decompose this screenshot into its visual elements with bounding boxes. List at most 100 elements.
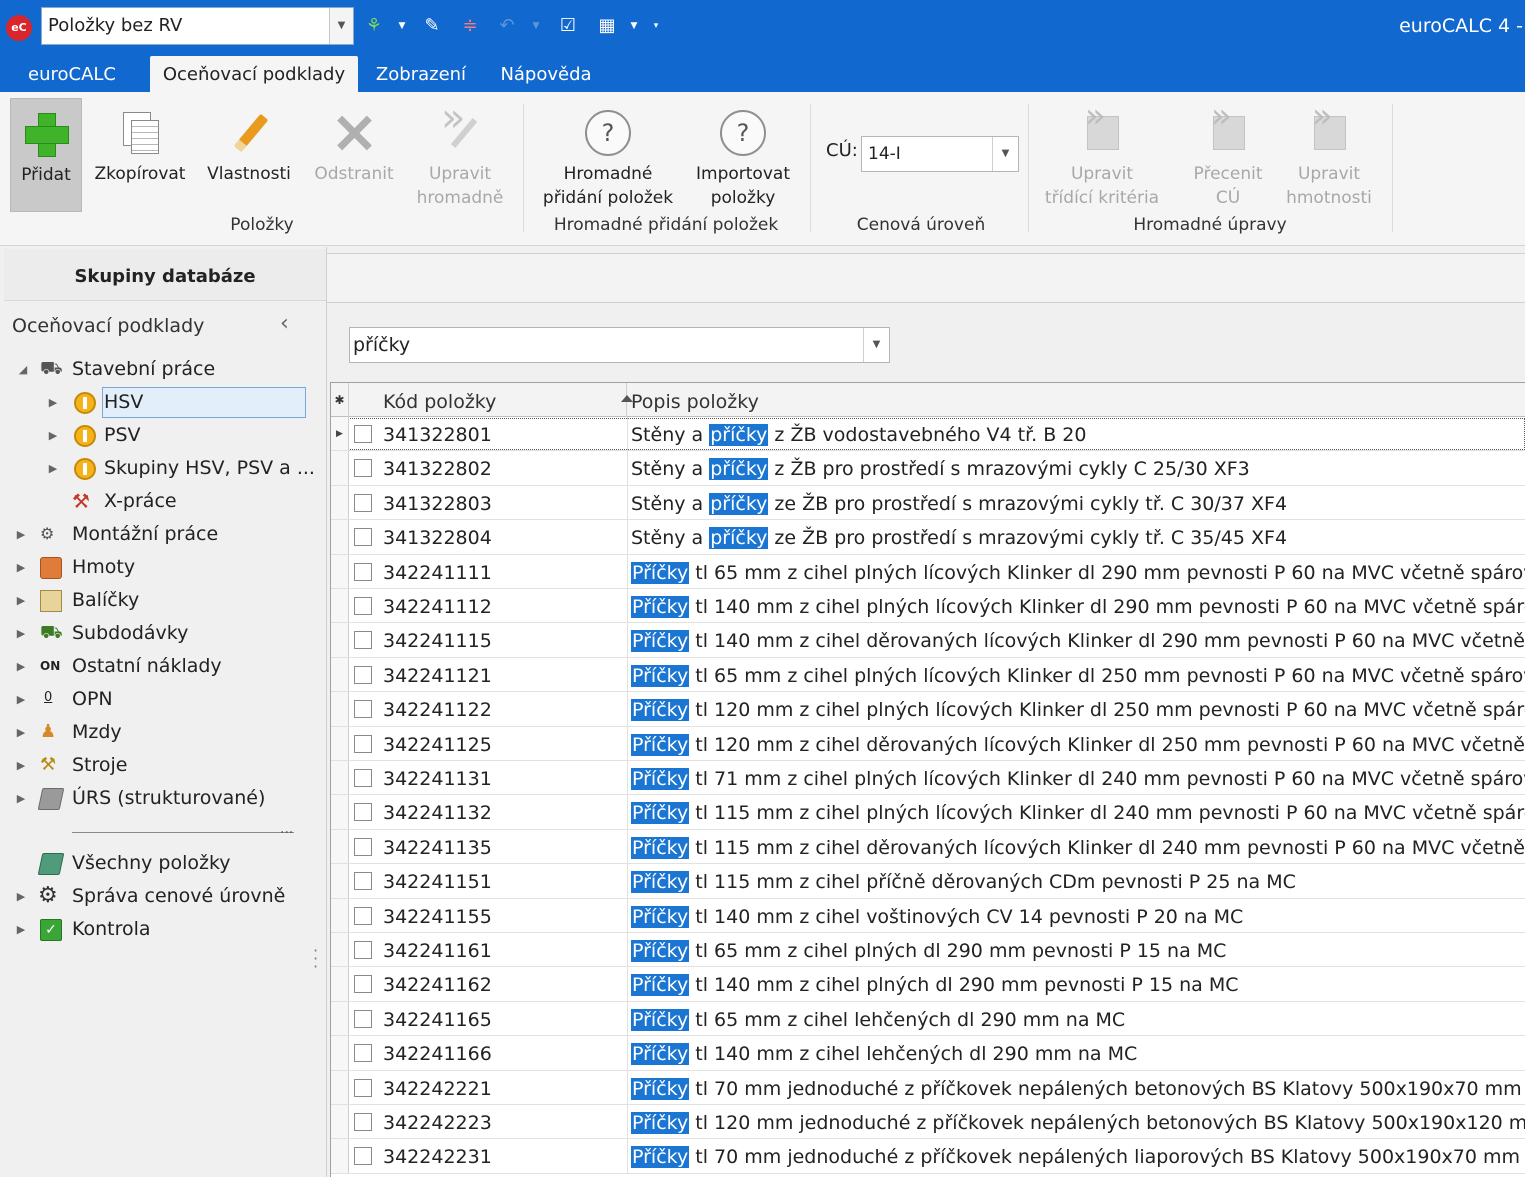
tab-eurocalc[interactable]: euroCALC — [0, 56, 144, 92]
row-checkbox[interactable] — [354, 941, 372, 959]
row-checkbox[interactable] — [354, 493, 372, 512]
row-indicator[interactable] — [331, 1036, 349, 1070]
row-indicator[interactable] — [331, 1105, 349, 1139]
row-checkbox[interactable] — [354, 1009, 372, 1028]
customize-toolbar-icon[interactable]: ▾ — [650, 12, 662, 40]
table-row[interactable]: 342241135 Příčky tl 115 mm z cihel děrova… — [331, 829, 1525, 865]
bulk-add-button[interactable]: Hromadnépřidání položek — [540, 98, 676, 212]
chevron-down-icon[interactable]: ▼ — [992, 137, 1018, 171]
row-indicator[interactable] — [331, 692, 349, 726]
table-row[interactable]: ▶ 341322801 Stěny a příčky z ŽB vodostaveb… — [331, 417, 1525, 452]
import-button[interactable]: Importovatpoložky — [688, 98, 798, 212]
chevron-down-icon[interactable]: ▼ — [628, 12, 640, 40]
row-indicator[interactable] — [331, 554, 349, 588]
row-checkbox[interactable] — [354, 734, 372, 753]
collapsed-arrow-icon[interactable]: ▶ — [46, 386, 60, 419]
delete-button[interactable]: Odstranit — [308, 98, 400, 212]
properties-button[interactable]: Vlastnosti — [200, 98, 298, 212]
split-icon[interactable]: ≑ — [456, 12, 484, 40]
row-indicator[interactable] — [331, 1139, 349, 1173]
excel-export-icon[interactable]: ▦ — [594, 12, 620, 40]
collapsed-arrow-icon[interactable]: ▶ — [14, 683, 28, 716]
table-row[interactable]: 342242231 Příčky tl 70 mm jednoduché z př… — [331, 1139, 1525, 1174]
table-row[interactable]: 342242221 Příčky tl 70 mm jednoduché z př… — [331, 1070, 1525, 1105]
row-checkbox[interactable] — [354, 1044, 372, 1063]
copy-button[interactable]: Zkopírovat — [88, 98, 192, 212]
splitter-grip-icon[interactable]: · · · — [313, 943, 318, 975]
row-indicator[interactable] — [331, 589, 349, 623]
collapsed-arrow-icon[interactable]: ▶ — [14, 749, 28, 782]
row-checkbox[interactable] — [354, 1147, 372, 1166]
row-checkbox[interactable] — [354, 631, 372, 650]
collapsed-arrow-icon[interactable]: ▶ — [14, 716, 28, 749]
collapsed-arrow-icon[interactable]: ▶ — [14, 518, 28, 551]
collapsed-arrow-icon[interactable]: ▶ — [14, 617, 28, 650]
app-logo-icon[interactable]: eC — [6, 15, 32, 41]
row-indicator[interactable] — [331, 520, 349, 554]
row-checkbox[interactable] — [354, 459, 372, 478]
row-indicator[interactable] — [331, 1001, 349, 1036]
expanded-arrow-icon[interactable]: ◢ — [16, 353, 30, 386]
collapsed-arrow-icon[interactable]: ▶ — [14, 913, 28, 946]
row-indicator[interactable] — [331, 898, 349, 932]
row-checkbox[interactable] — [354, 837, 372, 856]
edit-weights-button[interactable]: Upravithmotnosti — [1280, 98, 1378, 212]
column-header-code[interactable]: Kód položky — [349, 383, 633, 417]
row-checkbox[interactable] — [354, 562, 372, 581]
chevron-down-icon[interactable]: ▼ — [329, 8, 353, 44]
table-row[interactable]: 342241161 Příčky tl 65 mm z cihel plných … — [331, 933, 1525, 968]
sprout-icon[interactable]: ⚘ — [362, 12, 386, 40]
row-indicator[interactable] — [331, 623, 349, 657]
row-checkbox[interactable] — [354, 597, 372, 615]
row-checkbox[interactable] — [354, 906, 372, 925]
row-indicator[interactable] — [331, 451, 349, 485]
column-header-desc[interactable]: Popis položky — [627, 383, 1525, 417]
row-indicator[interactable] — [331, 657, 349, 692]
table-row[interactable]: 342241112 Příčky tl 140 mm z cihel plných… — [331, 589, 1525, 624]
collapsed-arrow-icon[interactable]: ▶ — [14, 880, 28, 913]
search-combo[interactable]: příčky ▼ — [349, 327, 890, 363]
row-checkbox[interactable] — [354, 803, 372, 822]
eraser-icon[interactable]: ✎ — [416, 12, 448, 40]
row-indicator[interactable] — [331, 795, 349, 829]
table-row[interactable]: 342241131 Příčky tl 71 mm z cihel plných … — [331, 761, 1525, 796]
table-row[interactable]: 342241166 Příčky tl 140 mm z cihel lehčen… — [331, 1036, 1525, 1071]
row-indicator[interactable] — [331, 967, 349, 1001]
current-row-arrow-icon[interactable]: ▶ — [331, 417, 349, 451]
row-selector-header-icon[interactable]: ✱ — [331, 383, 349, 417]
row-indicator[interactable] — [331, 864, 349, 898]
table-row[interactable]: 342241162 Příčky tl 140 mm z cihel plných… — [331, 967, 1525, 1002]
collapsed-arrow-icon[interactable]: ▶ — [14, 584, 28, 617]
row-checkbox[interactable] — [354, 872, 372, 891]
add-button[interactable]: Přidat — [10, 98, 82, 212]
reprice-button[interactable]: PřecenitCÚ — [1184, 98, 1272, 212]
collapsed-arrow-icon[interactable]: ▶ — [46, 452, 60, 485]
collapsed-arrow-icon[interactable]: ▶ — [14, 551, 28, 584]
row-checkbox[interactable] — [354, 769, 372, 787]
table-row[interactable]: 342241165 Příčky tl 65 mm z cihel lehčený… — [331, 1001, 1525, 1037]
table-row[interactable]: 341322804 Stěny a příčky ze ŽB pro prostř… — [331, 520, 1525, 555]
row-checkbox[interactable] — [354, 1078, 372, 1097]
row-checkbox[interactable] — [354, 425, 372, 443]
collapsed-arrow-icon[interactable]: ▶ — [46, 419, 60, 452]
row-indicator[interactable] — [331, 726, 349, 760]
row-indicator[interactable] — [331, 1070, 349, 1104]
row-checkbox[interactable] — [354, 1113, 372, 1131]
row-indicator[interactable] — [331, 829, 349, 864]
table-row[interactable]: 342241125 Příčky tl 120 mm z cihel děrova… — [331, 726, 1525, 761]
chevron-down-icon[interactable]: ▼ — [396, 12, 408, 40]
table-row[interactable]: 342241151 Příčky tl 115 mm z cihel příčně… — [331, 864, 1525, 899]
view-combo[interactable]: Položky bez RV ▼ — [41, 7, 354, 45]
checkbox-icon[interactable]: ☑ — [556, 12, 580, 40]
tab-zobrazeni[interactable]: Zobrazení — [364, 56, 478, 92]
table-row[interactable]: 342241122 Příčky tl 120 mm z cihel plných… — [331, 692, 1525, 727]
table-row[interactable]: 342241111 Příčky tl 65 mm z cihel plných … — [331, 554, 1525, 589]
table-row[interactable]: 341322802 Stěny a příčky z ŽB pro prostře… — [331, 451, 1525, 486]
row-checkbox[interactable] — [354, 528, 372, 547]
row-indicator[interactable] — [331, 933, 349, 967]
collapsed-arrow-icon[interactable]: ▶ — [14, 650, 28, 683]
tab-napoveda[interactable]: Nápověda — [490, 56, 602, 92]
table-row[interactable]: 342241132 Příčky tl 115 mm z cihel plných… — [331, 795, 1525, 830]
row-checkbox[interactable] — [354, 975, 372, 994]
chevron-down-icon[interactable]: ▼ — [530, 12, 542, 40]
